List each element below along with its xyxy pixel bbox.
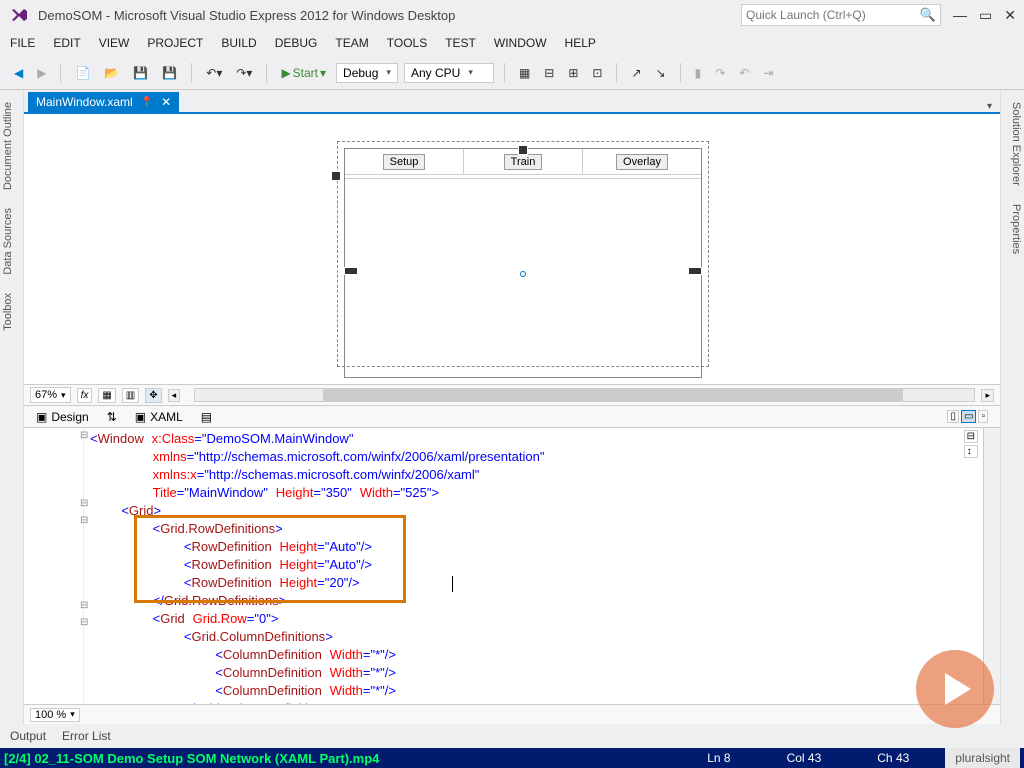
redo-button[interactable]: ↷▾ bbox=[232, 64, 256, 82]
toolbar: ◀ ▶ 📄 📂 💾 💾 ↶▾ ↷▾ ▶ Start ▾ Debug Any CP… bbox=[0, 56, 1024, 90]
tool-icon-10[interactable]: ⇥ bbox=[759, 64, 777, 82]
code-content[interactable]: <Window x:Class="DemoSOM.MainWindow" xml… bbox=[84, 428, 983, 704]
panel-data-sources[interactable]: Data Sources bbox=[0, 202, 23, 281]
fold-icon[interactable]: ⊟ bbox=[80, 498, 88, 509]
pin-icon[interactable]: 📍 bbox=[141, 97, 153, 108]
play-icon bbox=[945, 673, 971, 705]
menu-tools[interactable]: TOOLS bbox=[387, 36, 427, 50]
menu-debug[interactable]: DEBUG bbox=[275, 36, 318, 50]
platform-combo[interactable]: Any CPU bbox=[404, 63, 494, 83]
save-all-icon[interactable]: 💾 bbox=[158, 64, 181, 82]
menu-view[interactable]: VIEW bbox=[99, 36, 130, 50]
nav-fwd-button[interactable]: ▶ bbox=[33, 64, 50, 82]
collapse-pane-icon[interactable]: ▫ bbox=[978, 410, 988, 423]
nav-back-button[interactable]: ◀ bbox=[10, 64, 27, 82]
tool-icon-4[interactable]: ⊡ bbox=[588, 64, 606, 82]
panel-document-outline[interactable]: Document Outline bbox=[0, 96, 23, 196]
fold-icon[interactable]: ⊟ bbox=[80, 430, 88, 441]
menu-window[interactable]: WINDOW bbox=[494, 36, 547, 50]
split-vertical-icon[interactable]: ▯ bbox=[947, 410, 959, 423]
split-horizontal-icon[interactable]: ▭ bbox=[961, 410, 976, 423]
menu-test[interactable]: TEST bbox=[445, 36, 476, 50]
panel-toolbox[interactable]: Toolbox bbox=[0, 287, 23, 337]
status-file: [2/4] 02_11-SOM Demo Setup SOM Network (… bbox=[4, 751, 379, 766]
status-bar: [2/4] 02_11-SOM Demo Setup SOM Network (… bbox=[0, 748, 1024, 768]
swap-panes-icon[interactable]: ⇅ bbox=[107, 410, 117, 424]
maximize-button[interactable]: ▭ bbox=[979, 7, 992, 24]
menu-build[interactable]: BUILD bbox=[221, 36, 256, 50]
save-icon[interactable]: 💾 bbox=[129, 64, 152, 82]
video-play-button[interactable] bbox=[916, 650, 994, 728]
center-marker-icon bbox=[520, 271, 526, 277]
snap-icon[interactable]: ▥ bbox=[122, 388, 139, 403]
config-combo[interactable]: Debug bbox=[336, 63, 398, 83]
track-changes-icon[interactable]: ↕ bbox=[964, 445, 978, 458]
menu-edit[interactable]: EDIT bbox=[53, 36, 80, 50]
scroll-right-icon[interactable]: ▸ bbox=[981, 389, 994, 402]
output-tab[interactable]: Output bbox=[10, 729, 46, 743]
open-file-icon[interactable]: 📂 bbox=[100, 64, 123, 82]
xaml-editor: ⊟ ⊟ ⊟ ⊟ ⊟ <Window x:Class="DemoSOM.MainW… bbox=[24, 428, 1000, 704]
snap-lines-icon[interactable]: ✥ bbox=[145, 388, 161, 403]
resize-handle-icon[interactable] bbox=[344, 267, 358, 275]
tool-icon-1[interactable]: ▦ bbox=[515, 64, 534, 82]
undo-button[interactable]: ↶▾ bbox=[202, 64, 226, 82]
menu-project[interactable]: PROJECT bbox=[147, 36, 203, 50]
text-cursor bbox=[452, 576, 453, 592]
code-vscroll[interactable] bbox=[983, 428, 1000, 704]
tool-icon-7[interactable]: ▮ bbox=[691, 64, 706, 82]
search-icon[interactable]: 🔍 bbox=[920, 7, 936, 23]
status-col: Col 43 bbox=[787, 751, 822, 765]
panel-properties[interactable]: Properties bbox=[1001, 198, 1024, 260]
tab-close-icon[interactable]: ✕ bbox=[161, 95, 171, 109]
tool-icon-3[interactable]: ⊞ bbox=[564, 64, 582, 82]
tool-icon-8[interactable]: ↷ bbox=[711, 64, 729, 82]
panel-solution-explorer[interactable]: Solution Explorer bbox=[1001, 96, 1024, 192]
status-ch: Ch 43 bbox=[877, 751, 909, 765]
quick-launch[interactable]: 🔍 bbox=[741, 4, 941, 26]
menu-bar: FILE EDIT VIEW PROJECT BUILD DEBUG TEAM … bbox=[0, 30, 1024, 56]
tool-icon-5[interactable]: ↗ bbox=[627, 64, 645, 82]
new-project-icon[interactable]: 📄 bbox=[71, 64, 94, 82]
grid-icon[interactable]: ▦ bbox=[98, 388, 115, 403]
fold-icon[interactable]: ⊟ bbox=[80, 515, 88, 526]
quick-launch-input[interactable] bbox=[746, 8, 920, 22]
start-button[interactable]: ▶ Start ▾ bbox=[277, 64, 330, 82]
resize-handle-icon[interactable] bbox=[518, 145, 528, 155]
code-zoom-combo[interactable]: 100 % bbox=[30, 708, 80, 722]
menu-team[interactable]: TEAM bbox=[335, 36, 368, 50]
resize-handle-icon[interactable] bbox=[331, 171, 341, 181]
xaml-doc-icon[interactable]: ▤ bbox=[201, 410, 212, 424]
zoom-combo[interactable]: 67% bbox=[30, 387, 71, 403]
design-window[interactable]: Setup Train Overlay bbox=[344, 148, 702, 378]
window-title: DemoSOM - Microsoft Visual Studio Expres… bbox=[38, 8, 455, 23]
split-toggle-icon[interactable]: ⊟ bbox=[964, 430, 978, 443]
document-tab[interactable]: MainWindow.xaml 📍 ✕ bbox=[28, 92, 179, 112]
status-line: Ln 8 bbox=[707, 751, 730, 765]
tab-overflow-icon[interactable]: ▾ bbox=[983, 101, 996, 112]
menu-help[interactable]: HELP bbox=[565, 36, 596, 50]
fold-icon[interactable]: ⊟ bbox=[80, 617, 88, 628]
effects-icon[interactable]: fx bbox=[77, 388, 93, 403]
minimize-button[interactable]: — bbox=[953, 7, 967, 24]
xaml-tab[interactable]: ▣ XAML bbox=[135, 410, 183, 424]
designer-hscroll[interactable] bbox=[194, 388, 975, 402]
error-list-tab[interactable]: Error List bbox=[62, 729, 111, 743]
tool-icon-2[interactable]: ⊟ bbox=[540, 64, 558, 82]
close-button[interactable]: ✕ bbox=[1004, 7, 1016, 24]
menu-file[interactable]: FILE bbox=[10, 36, 35, 50]
resize-handle-icon[interactable] bbox=[688, 267, 702, 275]
tool-icon-6[interactable]: ↘ bbox=[652, 64, 670, 82]
fold-icon[interactable]: ⊟ bbox=[80, 600, 88, 611]
design-tab[interactable]: ▣ Design bbox=[36, 410, 89, 424]
brand-label: pluralsight bbox=[945, 748, 1020, 768]
xaml-designer: Setup Train Overlay bbox=[24, 114, 1000, 384]
vs-logo-icon bbox=[8, 4, 30, 26]
scroll-left-icon[interactable]: ◂ bbox=[168, 389, 181, 402]
document-tab-label: MainWindow.xaml bbox=[36, 95, 133, 109]
tool-icon-9[interactable]: ↶ bbox=[735, 64, 753, 82]
